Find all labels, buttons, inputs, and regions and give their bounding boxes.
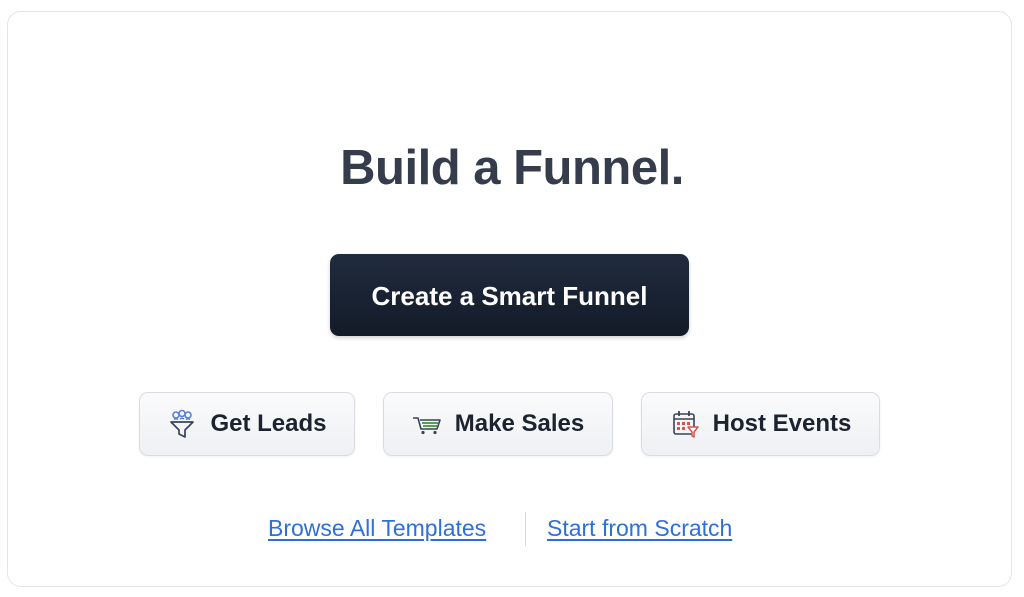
host-events-button[interactable]: Host Events [641,392,880,456]
browse-all-templates-link[interactable]: Browse All Templates [268,515,486,542]
calendar-icon [670,409,700,439]
page-title: Build a Funnel. [340,141,684,195]
shopping-cart-icon [412,409,442,439]
link-divider [525,512,526,546]
make-sales-button[interactable]: Make Sales [383,392,613,456]
host-events-label: Host Events [712,410,852,437]
get-leads-label: Get Leads [210,410,327,437]
make-sales-label: Make Sales [454,410,585,437]
get-leads-button[interactable]: Get Leads [139,392,355,456]
start-from-scratch-link[interactable]: Start from Scratch [547,515,732,542]
secondary-links: Browse All Templates Start from Scratch [0,512,1024,546]
funnel-people-icon [167,409,197,439]
create-smart-funnel-button[interactable]: Create a Smart Funnel [330,254,689,336]
